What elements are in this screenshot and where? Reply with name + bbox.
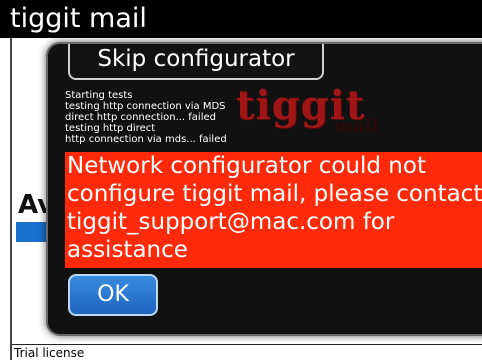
app-left-border [10, 38, 12, 360]
skip-configurator-button[interactable]: Skip configurator [68, 44, 324, 80]
configurator-dialog: Skip configurator tiggit mail Starting t… [46, 42, 482, 336]
trial-license-label: Trial license [14, 346, 85, 360]
error-message: Network configurator could not configure… [67, 153, 482, 263]
log-line: direct http connection... failed [65, 112, 216, 123]
app-title-bar: tiggit mail [0, 0, 482, 38]
log-line: testing http direct [65, 123, 156, 134]
app-title: tiggit mail [10, 3, 147, 34]
log-line: Starting tests [65, 90, 133, 101]
log-line: testing http connection via MDS [65, 101, 226, 112]
error-message-box: Network configurator could not configure… [65, 152, 482, 268]
ok-button[interactable]: OK [68, 274, 158, 316]
log-line: http connection via mds... failed [65, 134, 227, 145]
footer-divider [12, 344, 482, 345]
test-log: Starting tests testing http connection v… [65, 90, 365, 145]
